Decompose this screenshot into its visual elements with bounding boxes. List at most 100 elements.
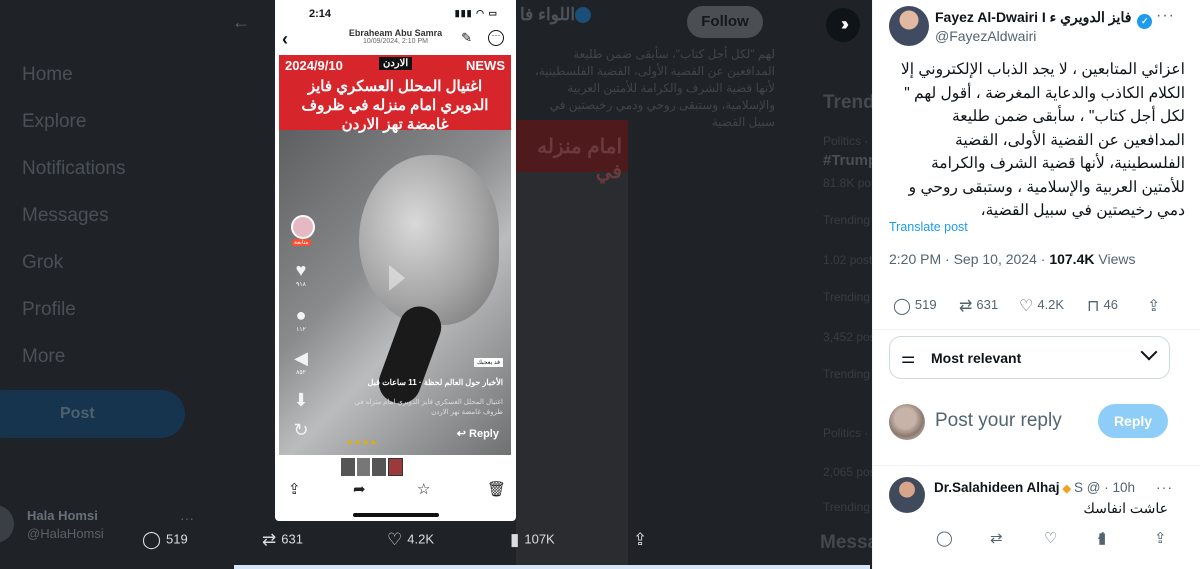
share-icon: ⇪ [1147,298,1161,315]
nav-more[interactable]: More [22,346,65,368]
banner-country: الاردن [379,57,413,70]
phone-share-icon: ⇪ [288,481,301,498]
views-count: 107.4K [1049,251,1095,267]
nav-messages[interactable]: Messages [22,205,109,227]
heart-icon: ♡ [1019,298,1034,315]
reply-panel: Fayez Al-Dwairi I فايز الدويري ء ✓ @Faye… [872,0,1200,569]
bg-header-title: اللواء فا [520,5,576,24]
media-image: 2:14 ▮▮▮ ◠ ▭ ‹ Ebraheam Abu Samra 10/09/… [275,0,516,521]
megaphone-icon: ◀ [294,348,308,368]
like-action[interactable]: ♡ 4.2K [1019,296,1064,316]
phone-more-icon: ··· [488,30,504,46]
banner-date: 2024/9/10 [285,58,343,73]
thumbnail-strip [341,458,403,476]
phone-trash-icon: 🗑 [487,481,507,498]
comment-more-icon[interactable]: ··· [1156,479,1173,495]
heart-icon: ♥ [295,260,307,280]
bookmark-action[interactable]: ⊓ 46 [1087,296,1118,316]
phone-reply-button: ↩ Reply [456,428,499,440]
author-avatar[interactable] [889,6,929,46]
media-repost-action[interactable]: ⇄ 631 [262,530,303,550]
heart-icon: ♡ [387,530,403,549]
banner-news: NEWS [466,58,505,73]
bg-trend-row: 1.02 posts [823,253,879,267]
follow-button[interactable]: Follow [687,6,763,38]
author-name[interactable]: Fayez Al-Dwairi I فايز الدويري ء ✓ [935,9,1153,29]
caption-badge: قد يعجبك [474,358,503,367]
divider [873,465,1200,466]
phone-star-icon: ☆ [417,481,431,498]
side-download: ⬇ [287,390,315,411]
expand-chevrons-icon[interactable]: ›› [826,8,860,42]
refresh-icon: ↻ [293,420,309,440]
comment-icon: ● [295,305,307,325]
media-like-action[interactable]: ♡ 4.2K [387,530,434,550]
nav-explore[interactable]: Explore [22,111,86,133]
phone-home-indicator [353,513,439,517]
bg-verified-icon [575,7,591,23]
sort-label: Most relevant [931,350,1022,366]
more-icon[interactable]: ··· [1156,7,1175,25]
reaction-emojis: ● ● ● ● [347,437,377,447]
sort-replies-dropdown[interactable]: ⚌ Most relevant [889,336,1170,379]
nav-notifications[interactable]: Notifications [22,158,126,180]
phone-video: 2024/9/10 الاردن NEWS اغتيال المحلل العس… [279,55,511,455]
post-button[interactable]: Post [0,390,185,438]
side-share: ◀ ٨٥٢ [287,348,315,376]
phone-author: Ebraheam Abu Samra [348,28,443,38]
translate-post-link[interactable]: Translate post [889,220,968,234]
my-avatar [889,404,925,440]
bg-video-banner: امام منزله في [516,120,628,183]
phone-forward-icon: ➦ [353,481,366,498]
news-banner: 2024/9/10 الاردن NEWS اغتيال المحلل العس… [279,55,511,133]
play-icon [389,265,405,291]
bg-trend-row: #Trump [823,152,878,169]
media-views-action[interactable]: ▮ 107K [510,530,555,550]
comment-text: عاشت انفاسك [1083,500,1168,516]
sliders-icon: ⚌ [901,350,916,367]
media-reply-action[interactable]: ◯ 519 [142,530,188,550]
caption-body: اغتيال المحلل العسكري فايز الدويري امام … [354,399,504,416]
commenter-handle[interactable]: S @ · 10h [1074,480,1135,495]
repost-action[interactable]: ⇄ 631 [959,296,998,316]
repost-icon: ⇄ [262,530,277,549]
bg-bottom-strip [234,565,870,569]
nav-profile[interactable]: Profile [22,299,76,321]
account-more-icon[interactable]: ··· [180,510,194,526]
caption-title: الأخبار حول العالم لحظة · 11 ساعات قبل [367,378,503,387]
download-icon: ⬇ [293,390,309,410]
commenter-name[interactable]: Dr.Salahideen Alhaj [934,480,1060,495]
account-switcher[interactable]: Hala Homsi @HalaHomsi [27,507,104,543]
bg-tweet-excerpt: لهم "لكل أجل كتاب"، سأبقى ضمن طليعة المد… [534,47,775,129]
tweet-timestamp[interactable]: 2:20 PM · Sep 10, 2024 · [889,251,1049,267]
account-name: Hala Homsi [27,508,98,523]
reply-input[interactable]: Post your reply [935,410,1062,432]
signal-wifi-battery-icon: ▮▮▮ ◠ ▭ [454,8,498,18]
media-share-action[interactable]: ⇪ [633,530,652,550]
person-face [359,155,499,325]
author-handle[interactable]: @FayezAldwairi [935,28,1036,44]
back-arrow-icon[interactable]: ← [232,12,250,33]
tweet-text: اعزائي المتابعين ، لا يجد الذباب الإلكتر… [900,61,1185,219]
reply-action[interactable]: ◯ 519 [893,296,937,316]
bg-trend-row: Trending [823,213,870,227]
bg-trend-row: Trending [823,500,870,514]
views-icon: ▮ [510,530,520,549]
creator-avatar [291,215,315,239]
phone-date: 10/09/2024, 2:10 PM [363,38,428,45]
bg-trend-row: Trending [823,367,870,381]
verified-icon: ✓ [1137,14,1153,29]
reply-button[interactable]: Reply [1098,404,1168,438]
account-handle: @HalaHomsi [27,526,104,541]
side-comment: ● ١١٢ [287,305,315,333]
reply-icon: ◯ [142,530,162,549]
commenter-avatar[interactable] [889,477,925,513]
tweet-meta: 2:20 PM · Sep 10, 2024 · 107.4K Views [889,251,1136,267]
reply-icon: ◯ [893,298,911,315]
chevron-down-icon [1140,343,1158,361]
nav-grok[interactable]: Grok [22,252,63,274]
nav-home[interactable]: Home [22,64,73,86]
share-action[interactable]: ⇪ [1147,296,1164,316]
background-sidebar: Home Explore Notifications Messages Grok… [0,40,240,569]
phone-time: 2:14 [309,8,332,20]
